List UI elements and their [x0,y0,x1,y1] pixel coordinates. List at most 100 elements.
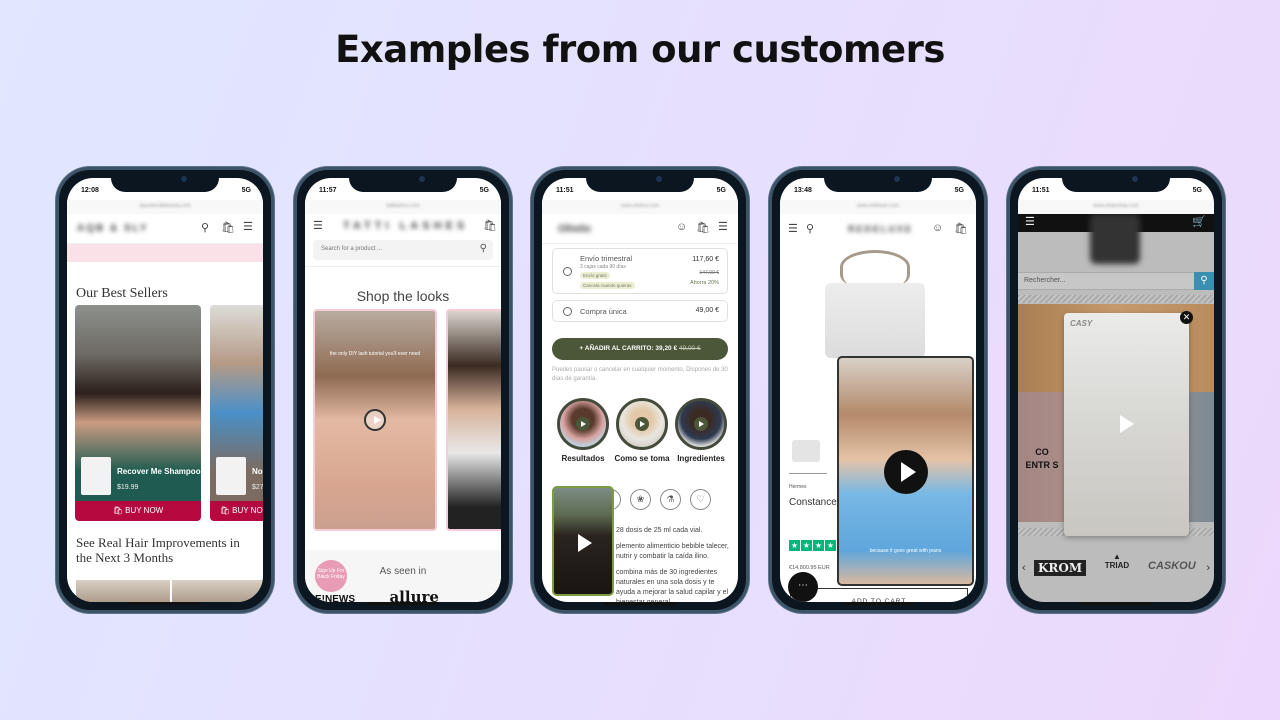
section-title: Our Best Sellers [76,286,168,301]
phone-screen: 12:08 5G aquadecidebeauty.com AQB & SLY … [67,178,263,602]
store-logo[interactable]: AQB & SLY [77,223,149,234]
url-text: www.skateshop.com [1093,203,1139,209]
floating-video-player[interactable]: because it goes great with jeans [837,356,974,586]
phone-notch [349,170,457,192]
brand-carousel: ‹ KROM ▲ TRIAD CASKOU › [1018,550,1214,590]
play-icon[interactable] [1120,415,1134,433]
product-image-handle [840,250,910,284]
home-indicator [129,602,201,605]
search-icon[interactable]: ⚲ [806,222,814,235]
phone-notch [824,170,932,192]
star-icon: ★ [801,540,812,551]
one-time-option[interactable]: Compra única 49,00 € [552,300,728,322]
account-icon[interactable]: ☺ [932,222,943,234]
status-time: 13:48 [794,187,812,194]
video-caption: the only DIY lash tutorial you'll ever n… [329,351,421,357]
cart-icon[interactable]: 🛍 [221,221,235,234]
product-thumbnail[interactable] [792,440,820,462]
floating-video-player[interactable] [552,486,614,596]
browser-url-bar[interactable]: aquadecidebeauty.com [67,200,263,214]
video-product-card[interactable]: No Ma $27 🛍 BUY NOW [210,305,263,521]
search-input[interactable]: Rechercher... [1018,272,1214,290]
search-button[interactable]: ⚲ [1194,272,1214,290]
browser-url-bar[interactable]: tattilashes.com [305,200,501,214]
url-text: aquadecidebeauty.com [139,203,191,209]
buy-now-button[interactable]: 🛍 BUY NOW [75,501,201,521]
brand-logo[interactable]: ▲ TRIAD [1100,552,1134,570]
phone-notch [1062,170,1170,192]
search-icon[interactable]: ⚲ [480,243,487,254]
home-indicator [604,602,676,605]
menu-icon[interactable]: ☰ [1025,215,1035,228]
add-to-cart-button[interactable]: + AÑADIR AL CARRITO: 39,20 € 49,00 € [552,338,728,360]
product-price: €14,800.95 EUR [789,565,830,571]
banner-text: CO ENTR S [1025,447,1059,470]
store-logo[interactable]: Olistic [558,223,592,235]
play-button[interactable] [364,409,386,431]
cart-icon[interactable]: 🛍 [954,222,968,235]
subscription-option[interactable]: Envío trimestral 3 cajas cada 90 días En… [552,248,728,294]
phone-mockup-3: 11:51 5G www.olistica.com Olistic ☺ 🛍 ☰ … [531,167,749,613]
story-label: Resultados [561,454,605,463]
play-button[interactable] [884,450,928,494]
trustpilot-rating: ★ ★ ★ ★ [789,540,836,551]
browser-url-bar[interactable]: www.olistica.com [542,200,738,214]
story-circle-como-se-toma[interactable] [616,398,668,450]
cart-icon[interactable]: 🛍 [696,221,710,234]
product-price: $27 [252,484,263,491]
close-icon[interactable]: ✕ [1180,311,1193,324]
option-subtitle: 3 cajas cada 90 días [580,264,626,270]
store-logo[interactable]: TATTI LASHES [343,220,468,232]
product-image[interactable] [825,283,925,358]
store-logo[interactable] [1090,214,1140,264]
buy-now-button[interactable]: 🛍 BUY NOW [210,501,263,521]
thumbnail-indicator [789,473,827,474]
cart-icon[interactable]: 🛒 [1192,215,1206,228]
star-icon: ★ [825,540,836,551]
store-header: Olistic ☺ 🛍 ☰ [542,214,738,244]
brand-logo[interactable]: KROM [1034,560,1087,576]
search-icon[interactable]: ⚲ [201,221,209,234]
menu-icon[interactable]: ☰ [313,219,323,232]
chevron-right-icon[interactable]: › [1206,562,1210,574]
browser-url-bar[interactable]: www.skateshop.com [1018,200,1214,214]
video-popup[interactable]: CASY [1064,313,1189,536]
guarantee-note: Puedes pausar o cancelar en cualquier mo… [552,367,728,382]
phone-mockup-4: 13:48 5G www.redeluxe.com ☰ ⚲ REDELUXE ☺… [769,167,987,613]
home-indicator [367,602,439,605]
option-tag: Cancela cuando quieras [580,282,635,289]
play-icon[interactable] [578,534,592,552]
menu-icon[interactable]: ☰ [243,220,253,233]
home-indicator [842,602,914,605]
star-icon: ★ [813,540,824,551]
phone-mockup-2: 11:57 5G tattilashes.com ☰ TATTI LASHES … [294,167,512,613]
press-logos: E!NEWS allure [315,588,501,602]
product-thumbnail [216,457,246,495]
story-circle-ingredientes[interactable] [675,398,727,450]
video-product-card[interactable]: Recover Me Shampoo $19.99 🛍 BUY NOW [75,305,201,521]
account-icon[interactable]: ☺ [676,221,687,233]
cart-icon[interactable]: 🛍 [483,219,497,232]
radio-button[interactable] [563,307,572,316]
menu-icon[interactable]: ☰ [718,220,728,233]
browser-url-bar[interactable]: www.redeluxe.com [780,200,976,214]
play-icon [635,417,649,431]
phone-screen: 11:57 5G tattilashes.com ☰ TATTI LASHES … [305,178,501,602]
menu-icon[interactable]: ☰ [788,222,798,235]
search-input[interactable]: Search for a product ... ⚲ [313,240,493,260]
option-old-price: 147,00 € [699,270,719,276]
shoppable-video[interactable]: the only DIY lash tutorial you'll ever n… [313,309,437,531]
radio-button[interactable] [563,267,572,276]
chevron-left-icon[interactable]: ‹ [1022,562,1026,574]
signup-badge[interactable]: Sign Up For Black Friday [315,560,347,592]
story-circle-resultados[interactable] [557,398,609,450]
section-title-2: See Real Hair Improvements in the Next 3… [76,535,240,565]
url-text: www.olistica.com [620,203,660,209]
brand-logo[interactable]: CASKOU [1148,560,1196,572]
star-icon: ★ [789,540,800,551]
store-logo[interactable]: REDELUXE [848,224,913,234]
chat-bubble-icon[interactable]: ⋯ [788,572,818,602]
search-placeholder: Rechercher... [1024,277,1066,284]
shoppable-video[interactable] [446,309,501,531]
store-header: ☰ ⚲ REDELUXE ☺ 🛍 [780,214,976,244]
